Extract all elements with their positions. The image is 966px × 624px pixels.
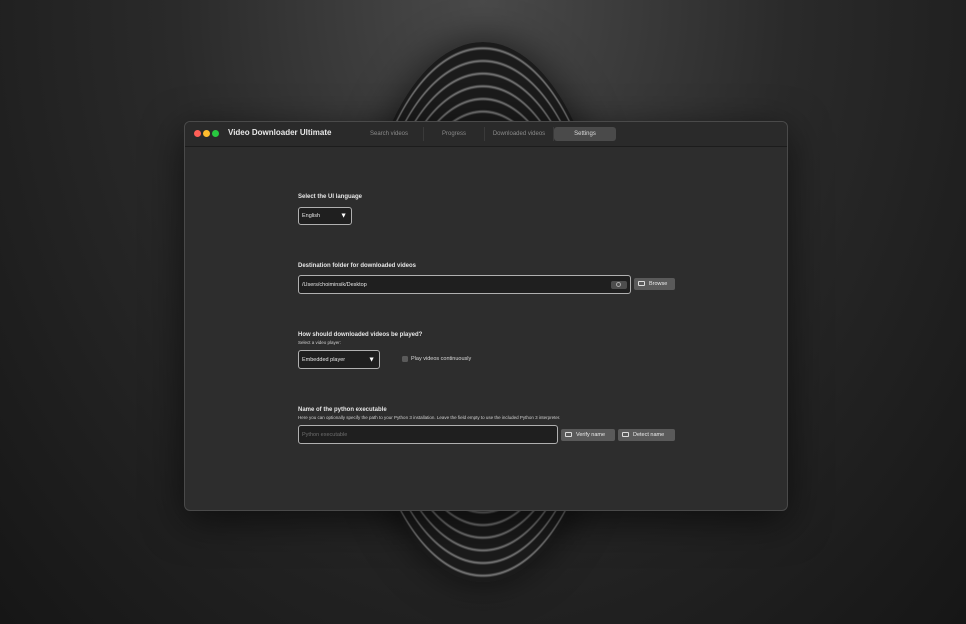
detect-name-label: Detect name	[633, 432, 665, 438]
tab-settings[interactable]: Settings	[554, 127, 616, 141]
play-continuously-checkbox[interactable]	[402, 356, 408, 362]
chevron-down-icon: ▼	[340, 212, 347, 220]
chevron-down-icon: ▼	[368, 356, 375, 363]
player-label: How should downloaded videos be played?	[298, 332, 423, 338]
close-window-button[interactable]	[194, 130, 201, 137]
destination-label: Destination folder for downloaded videos	[298, 263, 417, 269]
reveal-folder-button[interactable]	[611, 280, 627, 289]
app-window: Video Downloader Ultimate Search videos …	[184, 121, 788, 511]
folder-icon	[565, 432, 572, 437]
verify-name-button[interactable]: Verify name	[561, 429, 615, 441]
tab-search-videos[interactable]: Search videos	[355, 127, 424, 141]
python-executable-placeholder: Python executable	[302, 431, 348, 438]
player-sublabel: Select a video player:	[298, 340, 342, 345]
python-label: Name of the python executable	[298, 407, 387, 413]
destination-input-value: /Users/choiminsik/Desktop	[302, 281, 367, 288]
tab-progress[interactable]: Progress	[424, 127, 485, 141]
detect-name-button[interactable]: Detect name	[618, 429, 675, 441]
browse-button-label: Browse	[649, 281, 668, 287]
maximize-window-button[interactable]	[212, 130, 219, 137]
player-select[interactable]: Embedded player ▼	[298, 350, 380, 369]
tab-bar: Search videos Progress Downloaded videos…	[355, 127, 616, 141]
titlebar: Video Downloader Ultimate Search videos …	[185, 122, 787, 147]
language-label: Select the UI language	[298, 194, 363, 200]
folder-icon	[638, 281, 645, 286]
verify-name-label: Verify name	[576, 432, 606, 438]
destination-input[interactable]: /Users/choiminsik/Desktop	[298, 275, 631, 294]
tab-downloaded-videos[interactable]: Downloaded videos	[485, 127, 554, 141]
app-title: Video Downloader Ultimate	[228, 128, 332, 137]
play-continuously-label[interactable]: Play videos continuously	[411, 356, 471, 362]
python-executable-input[interactable]: Python executable	[298, 425, 558, 444]
eye-icon	[616, 281, 621, 287]
language-select-value: English	[302, 213, 321, 219]
folder-icon	[622, 432, 629, 437]
minimize-window-button[interactable]	[203, 130, 210, 137]
language-select[interactable]: English ▼	[298, 207, 352, 225]
python-sublabel: Here you can optionally specify the path…	[298, 415, 561, 420]
browse-button[interactable]: Browse	[634, 278, 675, 290]
player-select-value: Embedded player	[302, 356, 346, 363]
